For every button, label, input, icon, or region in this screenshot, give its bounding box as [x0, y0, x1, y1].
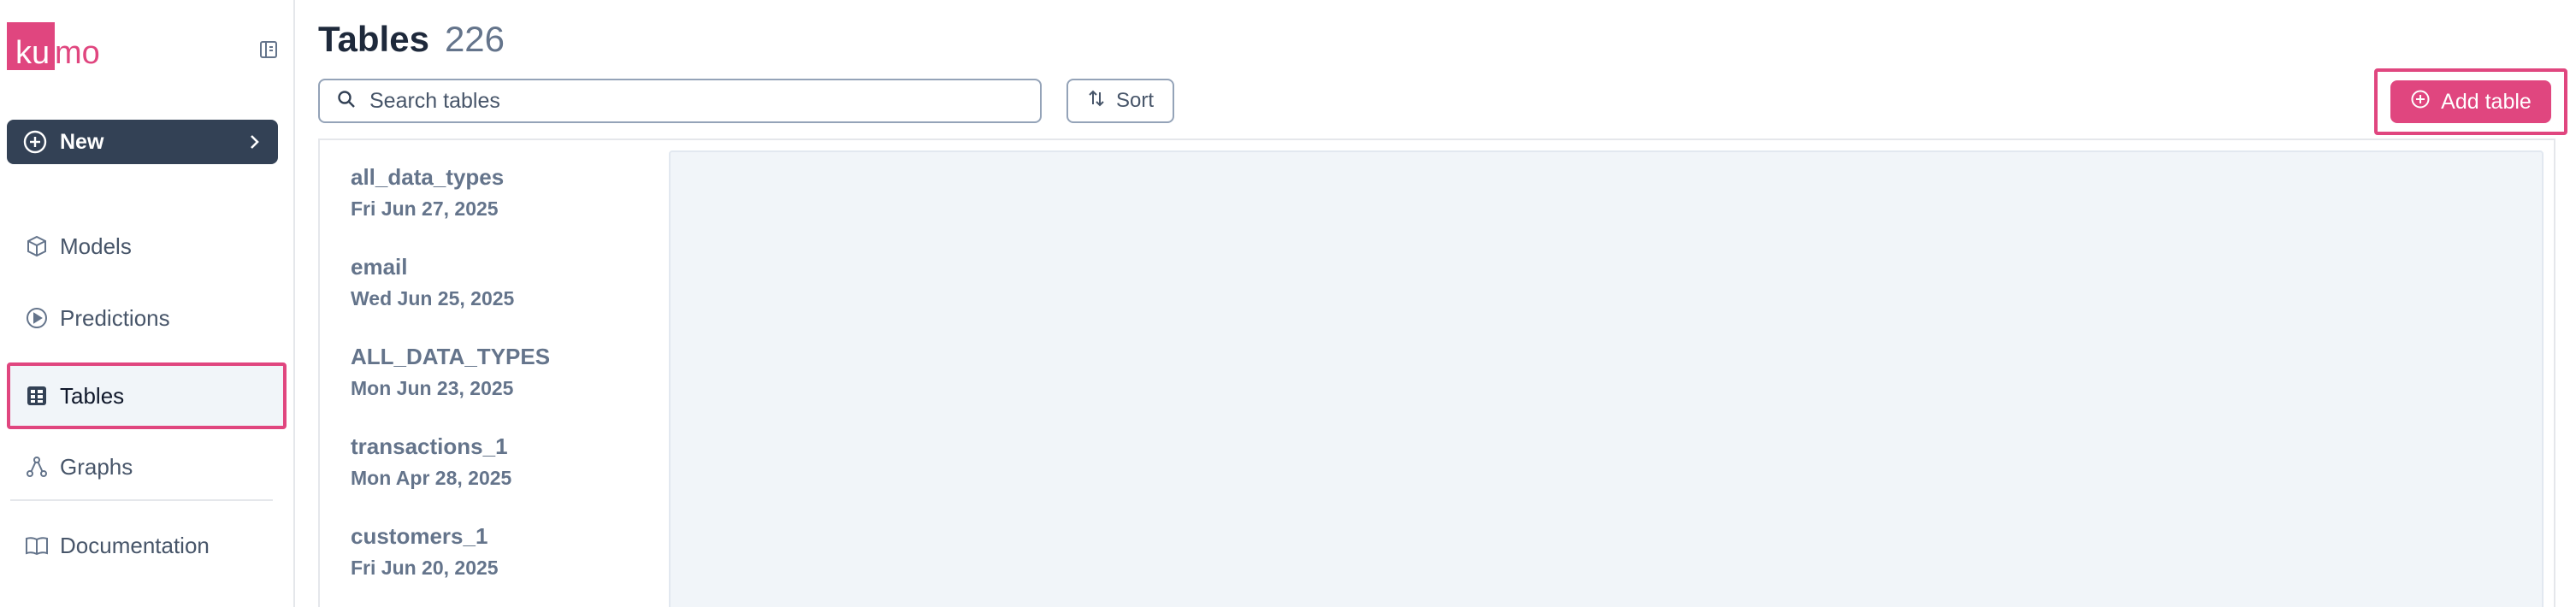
table-date: Wed Jun 25, 2025 [351, 287, 515, 309]
list-item[interactable]: transactions_1 Mon Apr 28, 2025 [351, 432, 659, 522]
sidebar-item-documentation[interactable]: Documentation [7, 513, 287, 578]
graph-nodes-icon [24, 454, 50, 480]
sidebar-item-label: Models [60, 233, 132, 259]
list-item[interactable]: email Wed Jun 25, 2025 [351, 252, 659, 342]
sort-button[interactable]: Sort [1066, 79, 1174, 123]
table-name: ALL_DATA_TYPES [351, 344, 551, 369]
page-title-text: Tables [318, 19, 429, 59]
table-name: transactions_1 [351, 433, 508, 459]
table-date: Fri Jun 20, 2025 [351, 557, 499, 579]
sidebar-item-label: Graphs [60, 453, 133, 480]
sidebar-item-models[interactable]: Models [7, 214, 287, 279]
page-title: Tables 226 [318, 19, 505, 60]
add-table-label: Add table [2441, 89, 2532, 114]
table-date: Mon Jun 23, 2025 [351, 377, 514, 399]
chevron-right-icon [245, 133, 263, 150]
list-item[interactable]: customers_1 Fri Jun 20, 2025 [351, 522, 659, 607]
table-list: all_data_types Fri Jun 27, 2025 email We… [351, 162, 659, 607]
search-icon [337, 90, 356, 113]
table-count: 226 [444, 19, 505, 59]
kumo-logo[interactable]: ku mo [7, 22, 109, 72]
table-name: email [351, 254, 408, 280]
sidebar-divider [10, 499, 273, 501]
search-input[interactable] [369, 88, 1019, 114]
table-grid-icon [24, 383, 50, 409]
sort-arrows-icon [1087, 89, 1106, 114]
collapse-sidebar-icon[interactable] [257, 38, 281, 62]
table-name: customers_1 [351, 523, 488, 549]
sidebar-item-predictions[interactable]: Predictions [7, 286, 287, 351]
sort-button-label: Sort [1115, 89, 1154, 112]
sidebar-item-tables[interactable]: Tables [7, 362, 287, 429]
book-icon [24, 533, 50, 558]
add-table-button[interactable]: Add table [2390, 80, 2551, 123]
plus-circle-icon [2410, 89, 2431, 115]
new-button[interactable]: New [7, 120, 278, 164]
table-preview-panel [669, 150, 2544, 607]
sidebar-item-label: Documentation [60, 532, 210, 558]
sidebar-item-label: Tables [60, 382, 125, 409]
list-item[interactable]: ALL_DATA_TYPES Mon Jun 23, 2025 [351, 342, 659, 432]
sidebar-item-label: Predictions [60, 304, 170, 331]
table-date: Fri Jun 27, 2025 [351, 197, 499, 220]
add-table-highlight: Add table [2374, 68, 2567, 135]
sidebar: ku mo New Models Predictions Tables Grap… [0, 0, 295, 607]
svg-text:mo: mo [55, 35, 100, 71]
list-item[interactable]: all_data_types Fri Jun 27, 2025 [351, 162, 659, 252]
table-date: Mon Apr 28, 2025 [351, 467, 512, 489]
cube-icon [24, 233, 50, 259]
new-button-label: New [60, 129, 104, 154]
table-name: all_data_types [351, 164, 505, 190]
plus-circle-icon [22, 129, 48, 155]
play-circle-icon [24, 305, 50, 331]
svg-text:ku: ku [15, 35, 50, 71]
search-box[interactable] [318, 79, 1042, 123]
sidebar-item-graphs[interactable]: Graphs [7, 434, 287, 499]
